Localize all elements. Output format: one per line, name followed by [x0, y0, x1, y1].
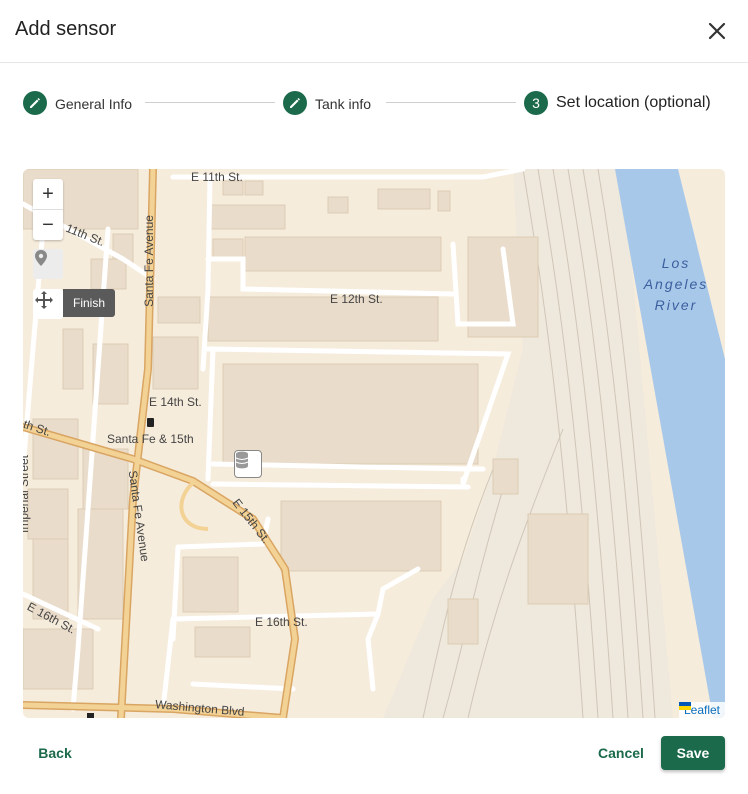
move-icon[interactable] — [33, 289, 63, 319]
river-label-line: River — [654, 297, 698, 313]
back-button[interactable]: Back — [26, 736, 84, 770]
stepper: General Info Tank info 3 Set location (o… — [0, 63, 748, 143]
flag-icon — [678, 702, 691, 710]
street-label: E 12th St. — [330, 292, 383, 306]
zoom-control: + − — [33, 179, 63, 240]
finish-button[interactable]: Finish — [63, 289, 116, 317]
step-1-pencil-icon[interactable] — [23, 91, 47, 115]
river-label-line: Angeles — [643, 276, 709, 292]
step-3-number: 3 — [524, 91, 548, 115]
poi-label: Santa Fe & 15th — [107, 432, 194, 446]
dialog-header: Add sensor — [0, 0, 748, 63]
street-label: Imperial Street — [23, 454, 32, 534]
location-map[interactable]: E 11th St. 11th St. Santa Fe Avenue E 12… — [23, 169, 725, 718]
step-connector — [145, 102, 275, 103]
street-label: Santa Fe Avenue — [141, 215, 156, 307]
step-set-location: Set location (optional) — [556, 94, 711, 111]
step-connector — [386, 102, 516, 103]
step-general-info[interactable]: General Info — [55, 96, 132, 112]
river-label-line: Los — [661, 255, 691, 271]
street-label: E 11th St. — [191, 170, 243, 184]
map-attribution[interactable]: Leaflet — [678, 702, 725, 718]
draw-marker-icon[interactable] — [33, 249, 63, 279]
zoom-out-button[interactable]: − — [33, 209, 63, 240]
dialog-title: Add sensor — [15, 18, 117, 40]
close-icon[interactable] — [704, 18, 730, 44]
step-2-pencil-icon[interactable] — [283, 91, 307, 115]
save-button[interactable]: Save — [661, 736, 725, 770]
step-tank-info[interactable]: Tank info — [315, 96, 371, 112]
street-label: E 16th St. — [255, 615, 308, 629]
zoom-in-button[interactable]: + — [33, 179, 63, 209]
cancel-button[interactable]: Cancel — [590, 736, 652, 770]
river-label: Los Angeles River — [639, 253, 713, 316]
street-label: E 14th St. — [149, 395, 202, 409]
tank-marker-icon[interactable] — [234, 450, 262, 478]
